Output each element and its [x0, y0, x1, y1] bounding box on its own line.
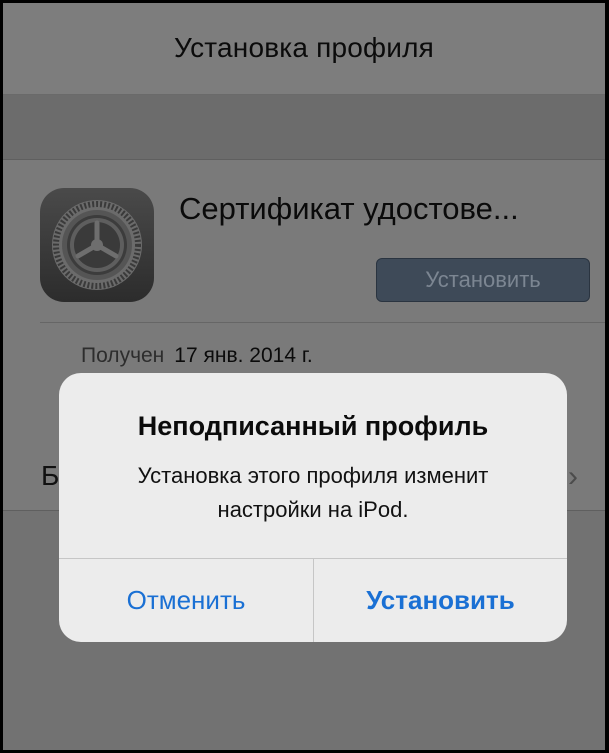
screen: Установка профиля Сертификат удостове...… [3, 3, 605, 750]
alert-title: Неподписанный профиль [137, 411, 489, 441]
alert-message: Установка этого профиля изменит настройк… [137, 463, 489, 522]
divider [40, 322, 605, 323]
cancel-button[interactable]: Отменить [59, 559, 313, 642]
confirm-install-button[interactable]: Установить [314, 559, 567, 642]
more-details-row[interactable]: Б [41, 460, 59, 492]
settings-gear-icon [40, 188, 154, 302]
navigation-bar: Установка профиля [3, 3, 605, 95]
section-gap [3, 95, 605, 159]
page-title: Установка профиля [173, 32, 434, 63]
received-label: Получен [81, 344, 165, 367]
alert-dialog: Неподписанный профиль Установка этого пр… [59, 373, 567, 642]
install-button[interactable]: Установить [376, 258, 590, 302]
chevron-right-icon: › [568, 460, 578, 493]
received-row: Получен 17 янв. 2014 г. [81, 344, 313, 368]
profile-title: Сертификат удостове... [179, 191, 519, 226]
received-date: 17 янв. 2014 г. [174, 344, 313, 367]
